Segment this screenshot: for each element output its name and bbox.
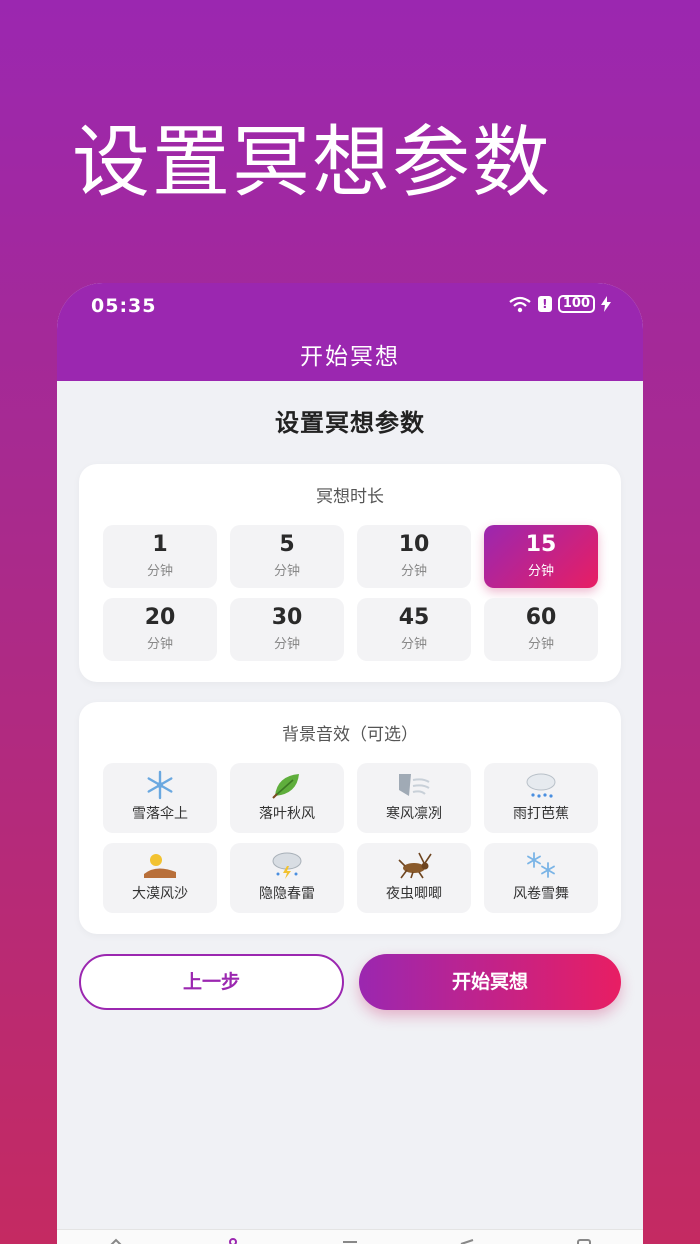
desert-icon	[103, 849, 217, 881]
duration-value: 60	[525, 605, 557, 630]
duration-unit: 分钟	[400, 637, 427, 652]
sound-label: 雨打芭蕉	[513, 806, 569, 822]
status-time: 05:35	[91, 295, 157, 317]
duration-value: 5	[279, 532, 295, 557]
sound-grid: 雪落伞上 落叶秋风 寒风凛冽 雨打芭蕉 大漠风沙 隐隐春雷 夜虫唧唧 风卷雪舞	[103, 763, 598, 913]
profile-icon[interactable]	[572, 1236, 596, 1244]
duration-unit: 分钟	[273, 637, 300, 652]
sound-option[interactable]: 隐隐春雷	[230, 843, 344, 913]
music-icon[interactable]	[455, 1236, 479, 1244]
duration-value: 10	[398, 532, 430, 557]
app-title: 开始冥想	[300, 344, 400, 370]
journal-icon[interactable]	[338, 1236, 362, 1244]
duration-title: 冥想时长	[316, 487, 384, 507]
duration-option-20[interactable]: 20 分钟	[103, 598, 217, 661]
app-header: 05:35 ! 100 开始冥想	[57, 283, 643, 381]
duration-option-60[interactable]: 60 分钟	[484, 598, 598, 661]
duration-grid: 1 分钟 5 分钟 10 分钟 15 分钟 20 分钟 30 分钟 45 分钟 …	[103, 525, 598, 661]
sound-option[interactable]: 雪落伞上	[103, 763, 217, 833]
sound-option[interactable]: 风卷雪舞	[484, 843, 598, 913]
snow-swirl-icon	[484, 849, 598, 881]
duration-option-10[interactable]: 10 分钟	[357, 525, 471, 588]
duration-value: 20	[144, 605, 176, 630]
sound-option[interactable]: 雨打芭蕉	[484, 763, 598, 833]
duration-value: 1	[152, 532, 168, 557]
sound-label: 雪落伞上	[132, 806, 188, 822]
duration-value: 45	[398, 605, 430, 630]
sound-title: 背景音效（可选）	[282, 725, 418, 745]
duration-unit: 分钟	[527, 637, 554, 652]
sound-option[interactable]: 大漠风沙	[103, 843, 217, 913]
status-icons: ! 100	[508, 295, 611, 313]
wind-icon	[357, 769, 471, 801]
duration-unit: 分钟	[527, 564, 554, 579]
duration-unit: 分钟	[400, 564, 427, 579]
duration-value: 30	[271, 605, 303, 630]
page-heading: 设置冥想参数	[275, 409, 425, 437]
battery-indicator: 100	[557, 295, 595, 313]
cricket-icon	[357, 849, 471, 881]
charging-bolt-icon	[601, 296, 611, 312]
previous-step-button[interactable]: 上一步	[79, 954, 344, 1010]
duration-value: 15	[525, 532, 557, 557]
sound-label: 夜虫唧唧	[386, 886, 442, 902]
sound-option[interactable]: 落叶秋风	[230, 763, 344, 833]
sound-label: 寒风凛冽	[386, 806, 442, 822]
thunder-cloud-icon	[230, 849, 344, 881]
duration-unit: 分钟	[273, 564, 300, 579]
duration-option-45[interactable]: 45 分钟	[357, 598, 471, 661]
sound-label: 风卷雪舞	[513, 886, 569, 902]
sound-option[interactable]: 夜虫唧唧	[357, 843, 471, 913]
meditation-icon[interactable]	[221, 1236, 245, 1244]
duration-option-30[interactable]: 30 分钟	[230, 598, 344, 661]
bottom-nav	[57, 1229, 643, 1244]
duration-unit: 分钟	[146, 637, 173, 652]
alert-icon: !	[537, 296, 552, 312]
sound-label: 隐隐春雷	[259, 886, 315, 902]
sound-option[interactable]: 寒风凛冽	[357, 763, 471, 833]
duration-option-1[interactable]: 1 分钟	[103, 525, 217, 588]
sound-card: 背景音效（可选） 雪落伞上 落叶秋风 寒风凛冽 雨打芭蕉 大漠风沙 隐隐春雷 夜…	[79, 702, 621, 934]
phone-screen: 05:35 ! 100 开始冥想 设置冥想参数 冥想时长 1 分钟 5 分钟 1…	[57, 283, 643, 1244]
leaf-icon	[230, 769, 344, 801]
duration-unit: 分钟	[146, 564, 173, 579]
duration-option-5[interactable]: 5 分钟	[230, 525, 344, 588]
rain-cloud-icon	[484, 769, 598, 801]
duration-option-15-selected[interactable]: 15 分钟	[484, 525, 598, 588]
start-meditation-button[interactable]: 开始冥想	[359, 954, 621, 1010]
sound-label: 大漠风沙	[132, 886, 188, 902]
home-icon[interactable]	[104, 1236, 128, 1244]
snowflake-icon	[103, 769, 217, 801]
wifi-icon	[508, 295, 532, 313]
promo-title: 设置冥想参数	[72, 118, 553, 208]
duration-card: 冥想时长 1 分钟 5 分钟 10 分钟 15 分钟 20 分钟 30 分钟 4…	[79, 464, 621, 682]
action-buttons: 上一步 开始冥想	[79, 954, 621, 1010]
sound-label: 落叶秋风	[259, 806, 315, 822]
